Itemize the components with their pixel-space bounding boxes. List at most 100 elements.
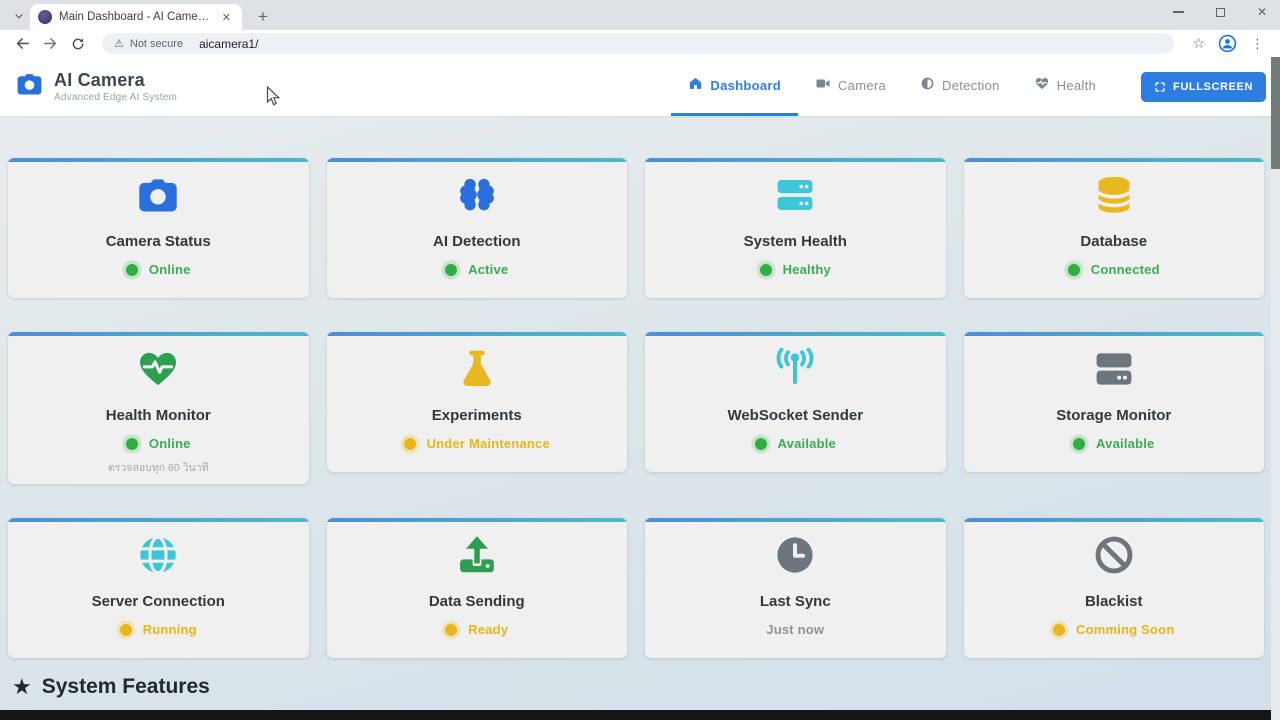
status-text: Healthy: [782, 262, 831, 277]
url-text: aicamera1/: [199, 36, 259, 51]
nav-tab-health[interactable]: Health: [1017, 57, 1113, 116]
card-title: AI Detection: [432, 233, 521, 250]
card-title: Storage Monitor: [1056, 407, 1172, 424]
nav-tab-camera[interactable]: Camera: [798, 57, 903, 116]
card-accent-strip: [645, 332, 946, 336]
card-title: WebSocket Sender: [727, 407, 864, 424]
app-logo: AI Camera Advanced Edge AI System: [14, 70, 177, 103]
card-accent-strip: [326, 518, 627, 522]
card-last-sync: Last Sync Just now: [645, 518, 946, 658]
status-dot: [119, 623, 132, 636]
features-heading: ★ System Features: [12, 674, 1280, 700]
card-system-health: System Health Healthy: [645, 158, 946, 298]
address-bar[interactable]: ⚠ Not secure aicamera1/: [102, 33, 1175, 54]
card-accent-strip: [8, 518, 309, 522]
tab-title: Main Dashboard - AI Camera v...: [59, 11, 212, 23]
card-accent-strip: [645, 158, 946, 162]
dashboard-page: AI Camera Advanced Edge AI System Dashbo…: [0, 57, 1280, 720]
tab-close-icon[interactable]: ✕: [219, 9, 234, 26]
server-icon: [645, 172, 946, 218]
nav-tab-dashboard[interactable]: Dashboard: [671, 57, 798, 116]
card-status-row: Connected: [964, 262, 1265, 277]
window-close-button[interactable]: ✕: [1252, 2, 1272, 22]
card-title: Experiments: [431, 407, 522, 424]
card-blackist: Blackist Comming Soon: [963, 518, 1265, 658]
status-text: Online: [148, 262, 191, 277]
contrast-circle-icon: [920, 76, 935, 94]
features-heading-text: System Features: [41, 675, 210, 698]
status-dot: [1067, 263, 1080, 276]
reload-icon[interactable]: [66, 32, 90, 56]
card-status-row: Comming Soon: [964, 622, 1265, 637]
upload-icon: [327, 532, 628, 578]
status-dot: [125, 437, 138, 450]
card-status-row: Healthy: [645, 262, 946, 277]
card-title: Health Monitor: [105, 407, 211, 424]
status-text: Available: [1096, 436, 1155, 451]
browser-menu-icon[interactable]: ⋮: [1243, 36, 1270, 52]
globe-icon: [8, 532, 309, 578]
card-status-row: Available: [645, 436, 946, 451]
nav-tab-detection[interactable]: Detection: [903, 57, 1017, 116]
bookmark-star-icon[interactable]: ☆: [1186, 35, 1211, 52]
status-dot: [759, 263, 772, 276]
card-title: Database: [1080, 233, 1148, 250]
card-accent-strip: [326, 158, 627, 162]
card-database: Database Connected: [963, 158, 1265, 298]
card-data-sending: Data Sending Ready: [326, 518, 628, 658]
status-dot: [403, 437, 416, 450]
card-title: Last Sync: [759, 593, 831, 610]
card-status-row: Just now: [645, 622, 946, 637]
card-accent-strip: [963, 332, 1264, 336]
card-title: System Health: [743, 233, 847, 250]
status-text: Connected: [1090, 262, 1160, 277]
browser-tab[interactable]: Main Dashboard - AI Camera v... ✕: [30, 4, 242, 30]
card-websocket-sender: WebSocket Sender Available: [645, 332, 946, 472]
card-accent-strip: [963, 518, 1264, 522]
app-name: AI Camera: [54, 70, 145, 90]
tab-strip: Main Dashboard - AI Camera v... ✕ + ✕: [0, 0, 1280, 30]
minimize-button[interactable]: [1168, 2, 1188, 22]
tab-search-chevron-icon[interactable]: [10, 7, 28, 25]
nav-label: Camera: [837, 77, 887, 93]
status-dot: [1073, 437, 1086, 450]
fullscreen-label: FULLSCREEN: [1173, 80, 1253, 93]
home-icon: [688, 76, 703, 94]
status-text: Under Maintenance: [426, 436, 550, 451]
hdd-icon: [964, 346, 1265, 392]
browser-toolbar: ⚠ Not secure aicamera1/ ☆ ⋮: [0, 30, 1280, 57]
status-text: Online: [148, 436, 191, 451]
card-status-row: Active: [327, 262, 628, 277]
card-health-monitor: Health Monitor Online ตรวจสอบทุก 60 วินา…: [8, 332, 309, 484]
scrollbar-thumb[interactable]: [1271, 57, 1280, 169]
status-text: Active: [468, 262, 509, 277]
maximize-button[interactable]: [1210, 2, 1230, 22]
nav-label: Health: [1056, 77, 1097, 93]
heart-pulse-icon: [1034, 76, 1050, 94]
card-status-row: Ready: [327, 622, 628, 637]
card-title: Data Sending: [428, 593, 525, 610]
clock-icon: [645, 532, 946, 578]
new-tab-button[interactable]: +: [252, 6, 274, 28]
forward-icon[interactable]: [38, 32, 62, 56]
app-subtitle: Advanced Edge AI System: [54, 92, 178, 103]
status-dot: [754, 437, 767, 450]
status-text: Just now: [766, 622, 825, 637]
nav-label: Dashboard: [710, 77, 781, 93]
card-accent-strip: [645, 518, 946, 522]
profile-avatar-icon[interactable]: [1215, 32, 1239, 56]
card-status-row: Available: [964, 436, 1265, 451]
fullscreen-button[interactable]: FULLSCREEN: [1141, 71, 1266, 102]
card-title: Blackist: [1084, 593, 1143, 610]
fullscreen-icon: [1154, 81, 1166, 93]
brain-icon: [327, 172, 628, 218]
back-icon[interactable]: [10, 32, 34, 56]
camera-logo-icon: [14, 70, 45, 103]
card-title: Camera Status: [105, 233, 211, 250]
card-title: Server Connection: [91, 593, 225, 610]
card-status-row: Running: [8, 622, 309, 637]
card-ai-detection: AI Detection Active: [326, 158, 628, 298]
not-secure-label: Not secure: [129, 37, 184, 50]
nav-label: Detection: [942, 77, 1000, 93]
ban-icon: [964, 532, 1265, 578]
